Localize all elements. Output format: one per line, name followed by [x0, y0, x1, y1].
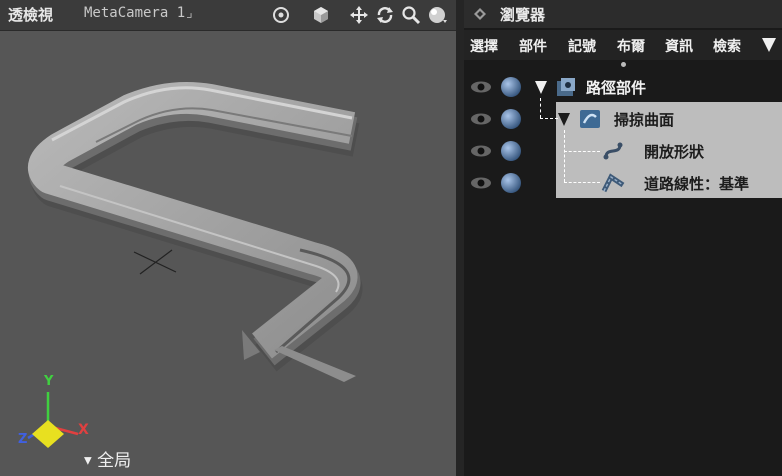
- menu-parts[interactable]: 部件: [519, 36, 547, 56]
- menu-markers[interactable]: 記號: [568, 36, 596, 56]
- material-sphere-icon[interactable]: [500, 76, 522, 98]
- tree-row-sweep-surface[interactable]: 掃掠曲面: [464, 105, 782, 133]
- axis-label-z: Z: [18, 432, 28, 447]
- browser-title: 瀏覽器: [500, 6, 546, 24]
- camera-selector[interactable]: MetaCamera 1⌟: [84, 5, 194, 21]
- visibility-eye-icon[interactable]: [470, 145, 492, 157]
- rotate-icon[interactable]: [374, 4, 396, 26]
- axis-label-y: Y: [44, 374, 54, 389]
- menu-select[interactable]: 選擇: [470, 36, 498, 56]
- menu-more-icon[interactable]: [761, 34, 777, 54]
- panel-menu-icon[interactable]: [474, 8, 486, 20]
- tree-row-road-alignment[interactable]: 道路線性：基準: [464, 169, 782, 197]
- material-sphere-icon[interactable]: [500, 172, 522, 194]
- visibility-eye-icon[interactable]: [470, 113, 492, 125]
- tree-label-road-alignment: 道路線性：基準: [644, 175, 750, 193]
- chevron-down-icon: ▼: [84, 455, 92, 467]
- panel-divider[interactable]: [456, 0, 464, 476]
- tree-connector: [564, 182, 600, 183]
- tree-label-sweep-surface: 掃掠曲面: [614, 111, 675, 129]
- open-shape-icon: [603, 142, 623, 160]
- tree-row-part[interactable]: 路徑部件: [464, 73, 782, 101]
- 3d-viewport[interactable]: 透檢視 MetaCamera 1⌟ Y X Z ▼ 全局: [0, 0, 456, 476]
- tree-connector: [540, 118, 558, 119]
- coordinate-system-label: 全局: [97, 451, 132, 471]
- tree-connector: [540, 98, 541, 118]
- road-alignment-icon: [601, 173, 625, 193]
- material-sphere-icon[interactable]: [500, 140, 522, 162]
- view-mode-label[interactable]: 透檢視: [8, 4, 53, 25]
- visibility-eye-icon[interactable]: [470, 177, 492, 189]
- menu-search[interactable]: 檢索: [713, 36, 741, 56]
- cube-icon[interactable]: [310, 4, 332, 26]
- coordinate-dropdown[interactable]: ▼ 全局: [84, 446, 131, 471]
- menu-info[interactable]: 資訊: [665, 36, 693, 56]
- browser-titlebar: 瀏覽器: [464, 0, 782, 28]
- menu-boolean[interactable]: 布爾: [617, 36, 645, 56]
- browser-menu-bar: 選擇 部件 記號 布爾 資訊 檢索: [464, 30, 782, 60]
- material-sphere-icon[interactable]: [500, 108, 522, 130]
- target-icon[interactable]: [270, 4, 292, 26]
- viewport-header: 透檢視 MetaCamera 1⌟: [0, 0, 456, 31]
- tree-label-part: 路徑部件: [586, 79, 647, 97]
- part-icon: [557, 78, 575, 96]
- tree-connector: [564, 151, 600, 152]
- sweep-surface-icon: [580, 110, 600, 128]
- move-icon[interactable]: [348, 4, 370, 26]
- tree-connector: [564, 130, 565, 182]
- expand-triangle-icon[interactable]: [557, 112, 571, 128]
- sphere-icon[interactable]: [426, 4, 450, 26]
- browser-panel: 瀏覽器 選擇 部件 記號 布爾 資訊 檢索 路徑部件 掃掠曲面 開放形狀 道路線…: [464, 0, 782, 476]
- tree-row-open-shape[interactable]: 開放形狀: [464, 137, 782, 165]
- scroll-dot: [621, 62, 626, 67]
- axis-label-x: X: [78, 422, 89, 438]
- scene-tree: 路徑部件 掃掠曲面 開放形狀 道路線性：基準: [464, 70, 782, 476]
- axis-gizmo: [27, 392, 79, 448]
- camera-name: MetaCamera 1: [84, 5, 186, 21]
- tree-label-open-shape: 開放形狀: [644, 143, 705, 161]
- expand-triangle-icon[interactable]: [534, 80, 548, 96]
- zoom-icon[interactable]: [400, 4, 422, 26]
- visibility-eye-icon[interactable]: [470, 81, 492, 93]
- camera-dropdown-icon: ⌟: [185, 5, 194, 21]
